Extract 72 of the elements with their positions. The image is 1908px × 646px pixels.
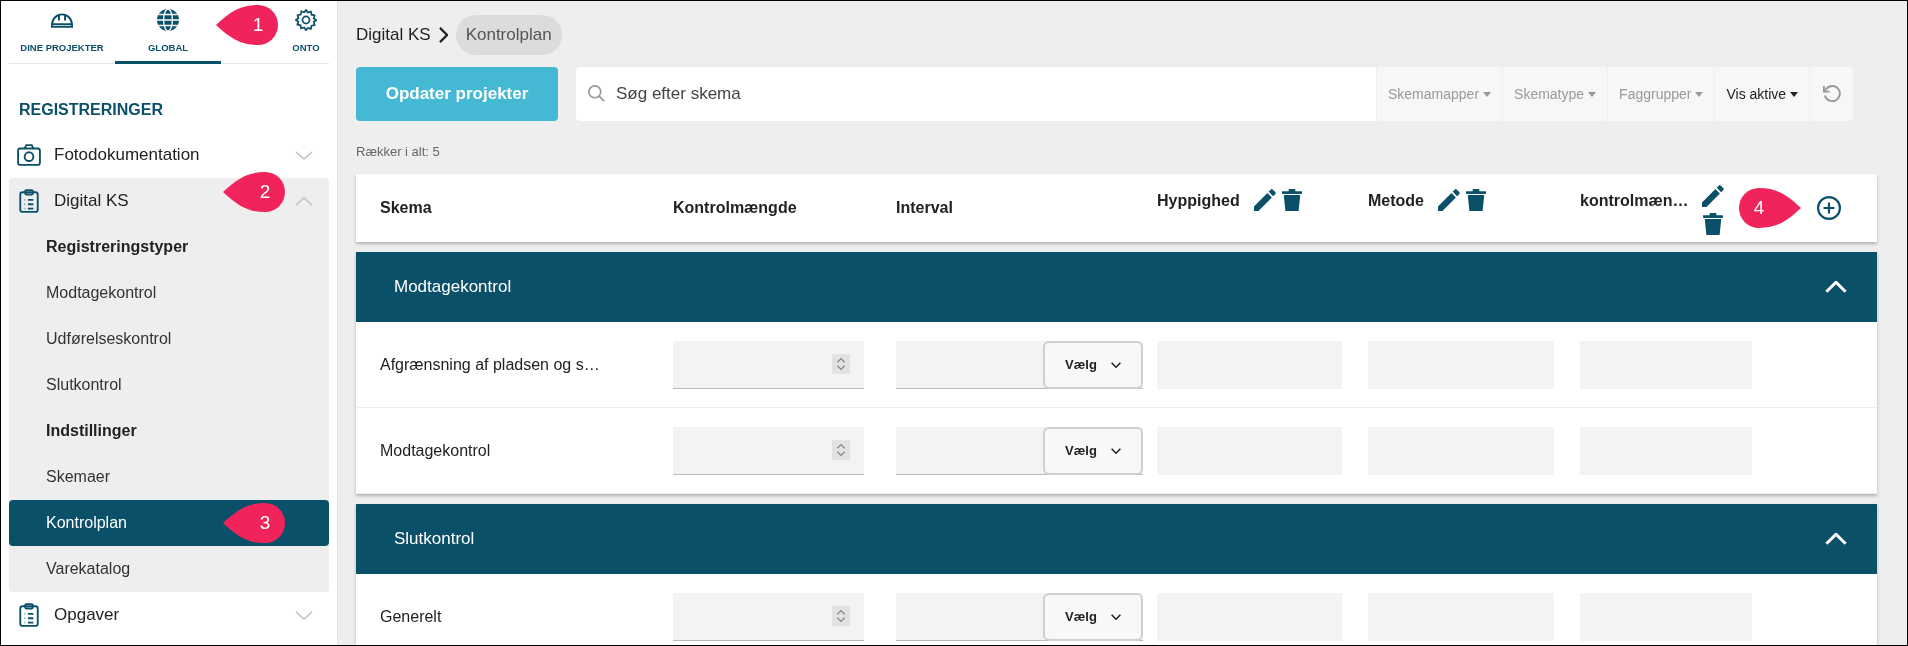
- nav-tab[interactable]: ONTO: [283, 1, 329, 64]
- globe-icon: [157, 9, 179, 31]
- sidebar-link[interactable]: Modtagekontrol: [9, 270, 329, 316]
- callout-tooltip: 2: [223, 172, 285, 212]
- interval-select[interactable]: Vælg: [1043, 592, 1143, 641]
- column-header: kontrolmæn…: [1580, 191, 1689, 211]
- callout-tooltip: 4: [1739, 188, 1801, 228]
- caret-icon: [1695, 91, 1704, 97]
- sidebar-heading: Indstillinger: [45, 421, 138, 441]
- caret-icon: [1110, 613, 1121, 620]
- group-header[interactable]: Slutkontrol: [356, 504, 1877, 574]
- caret-icon: [1790, 91, 1799, 97]
- search-field[interactable]: Søg efter skema: [576, 67, 1376, 121]
- quantity-field[interactable]: [673, 340, 864, 389]
- edit-icon[interactable]: [1253, 189, 1276, 211]
- callout-tooltip: 1: [216, 5, 278, 45]
- gear-icon: [295, 9, 317, 31]
- table-cell-text: Afgrænsning af pladsen og s…: [380, 354, 601, 375]
- sidebar-item[interactable]: Fotodokumentation: [9, 132, 214, 178]
- edit-icon[interactable]: [1702, 185, 1725, 207]
- camera-icon: [17, 143, 41, 167]
- sidebar-link[interactable]: Varekatalog: [9, 546, 329, 592]
- callout-tooltip: 3: [223, 503, 285, 543]
- edit-icon[interactable]: [1438, 189, 1460, 211]
- interval-select[interactable]: Vælg: [1043, 340, 1143, 389]
- column-header: Interval: [896, 198, 953, 218]
- clipboard-icon: [17, 603, 41, 627]
- section-title: REGISTRERINGER: [19, 100, 164, 120]
- caret-icon: [1110, 447, 1121, 454]
- delete-icon[interactable]: [1281, 189, 1302, 211]
- spinner-icon[interactable]: [832, 606, 850, 626]
- column-header: Skema: [380, 198, 432, 218]
- breadcrumb-item[interactable]: Digital KS: [356, 22, 431, 48]
- chevron-down-icon[interactable]: [295, 150, 313, 160]
- helmet-icon: [51, 13, 73, 28]
- caret-icon: [1483, 91, 1492, 97]
- interval-field[interactable]: Vælg: [896, 426, 1143, 475]
- add-icon[interactable]: [1817, 196, 1841, 220]
- interval-select[interactable]: Vælg: [1043, 426, 1143, 475]
- sidebar-item[interactable]: Digital KS: [9, 178, 214, 224]
- caret-icon: [1588, 91, 1597, 97]
- breadcrumb-item[interactable]: Kontrolplan: [455, 15, 562, 55]
- interval-field[interactable]: Vælg: [896, 592, 1143, 641]
- column-header: Hyppighed: [1157, 191, 1240, 211]
- chevron-right-icon: [438, 27, 448, 43]
- sidebar-item[interactable]: Opgaver: [9, 592, 214, 638]
- reset-icon: [1822, 85, 1841, 103]
- quantity-field[interactable]: [673, 592, 864, 641]
- chevron-down-icon[interactable]: [295, 610, 313, 620]
- table-cell-text: Generelt: [380, 606, 443, 627]
- column-header: Metode: [1368, 191, 1424, 211]
- filter-dropdown[interactable]: Vis aktive: [1714, 67, 1810, 121]
- clipboard-icon: [17, 189, 41, 213]
- sidebar-link[interactable]: Skemaer: [9, 454, 329, 500]
- spinner-icon[interactable]: [832, 354, 850, 374]
- delete-icon[interactable]: [1466, 189, 1486, 211]
- table-cell-text: Modtagekontrol: [380, 440, 492, 461]
- group-header[interactable]: Modtagekontrol: [356, 252, 1877, 322]
- delete-icon[interactable]: [1703, 213, 1724, 235]
- search-icon: [588, 85, 605, 102]
- quantity-field[interactable]: [673, 426, 864, 475]
- sidebar-link[interactable]: Slutkontrol: [9, 362, 329, 408]
- row-count: Rækker i alt: 5: [356, 143, 441, 160]
- column-header: Kontrolmængde: [673, 198, 797, 218]
- sidebar-heading: Registreringstyper: [45, 237, 190, 257]
- nav-tab[interactable]: DINE PROJEKTER: [9, 1, 115, 64]
- reset-button[interactable]: [1809, 67, 1854, 121]
- caret-icon: [1110, 361, 1121, 368]
- spinner-icon[interactable]: [832, 440, 850, 460]
- nav-tab[interactable]: GLOBAL: [115, 1, 221, 64]
- sidebar-link[interactable]: Udførelseskontrol: [9, 316, 329, 362]
- interval-field[interactable]: Vælg: [896, 340, 1143, 389]
